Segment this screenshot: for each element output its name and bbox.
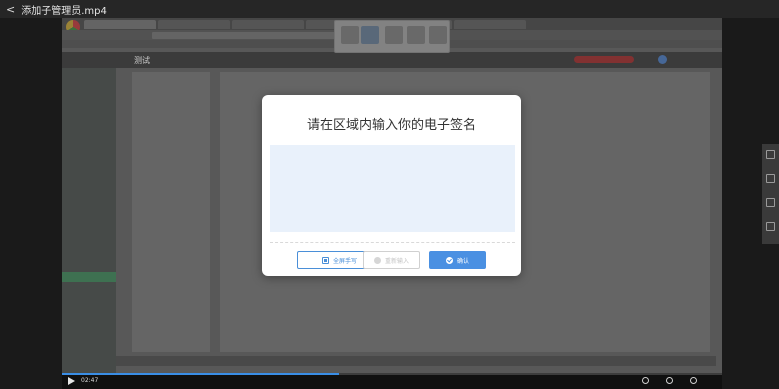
play-icon[interactable] bbox=[68, 377, 75, 385]
player-controls: 02:47 bbox=[62, 373, 722, 389]
note-icon[interactable] bbox=[766, 174, 775, 183]
confirm-button[interactable]: 确认 bbox=[429, 251, 486, 269]
reset-button[interactable]: 重新输入 bbox=[363, 251, 420, 269]
fullscreen-icon bbox=[321, 256, 329, 264]
back-icon[interactable]: < bbox=[6, 3, 15, 16]
confirm-label: 确认 bbox=[456, 257, 469, 265]
fullscreen-handwrite-label: 全屏手写 bbox=[332, 257, 357, 265]
list-icon[interactable] bbox=[766, 150, 775, 159]
check-icon bbox=[445, 256, 453, 264]
settings-icon[interactable] bbox=[666, 377, 673, 384]
current-time: 02:47 bbox=[81, 377, 99, 384]
reset-label: 重新输入 bbox=[384, 257, 409, 265]
signature-modal: 请在区域内输入你的电子签名 全屏手写 重新输入 确认 bbox=[262, 95, 521, 276]
help-icon[interactable] bbox=[766, 198, 775, 207]
divider bbox=[270, 242, 515, 243]
video-file-title: 添加子管理员.mp4 bbox=[21, 5, 107, 17]
signature-canvas[interactable] bbox=[270, 145, 515, 232]
fullscreen-icon[interactable] bbox=[690, 377, 697, 384]
progress-bar[interactable] bbox=[62, 373, 722, 375]
modal-title: 请在区域内输入你的电子签名 bbox=[306, 118, 476, 133]
progress-fill bbox=[62, 373, 340, 375]
message-icon[interactable] bbox=[766, 222, 775, 231]
reset-icon bbox=[373, 256, 381, 264]
volume-icon[interactable] bbox=[642, 377, 649, 384]
right-tool-rail bbox=[762, 144, 779, 244]
player-title-bar: < 添加子管理员.mp4 bbox=[0, 0, 779, 18]
